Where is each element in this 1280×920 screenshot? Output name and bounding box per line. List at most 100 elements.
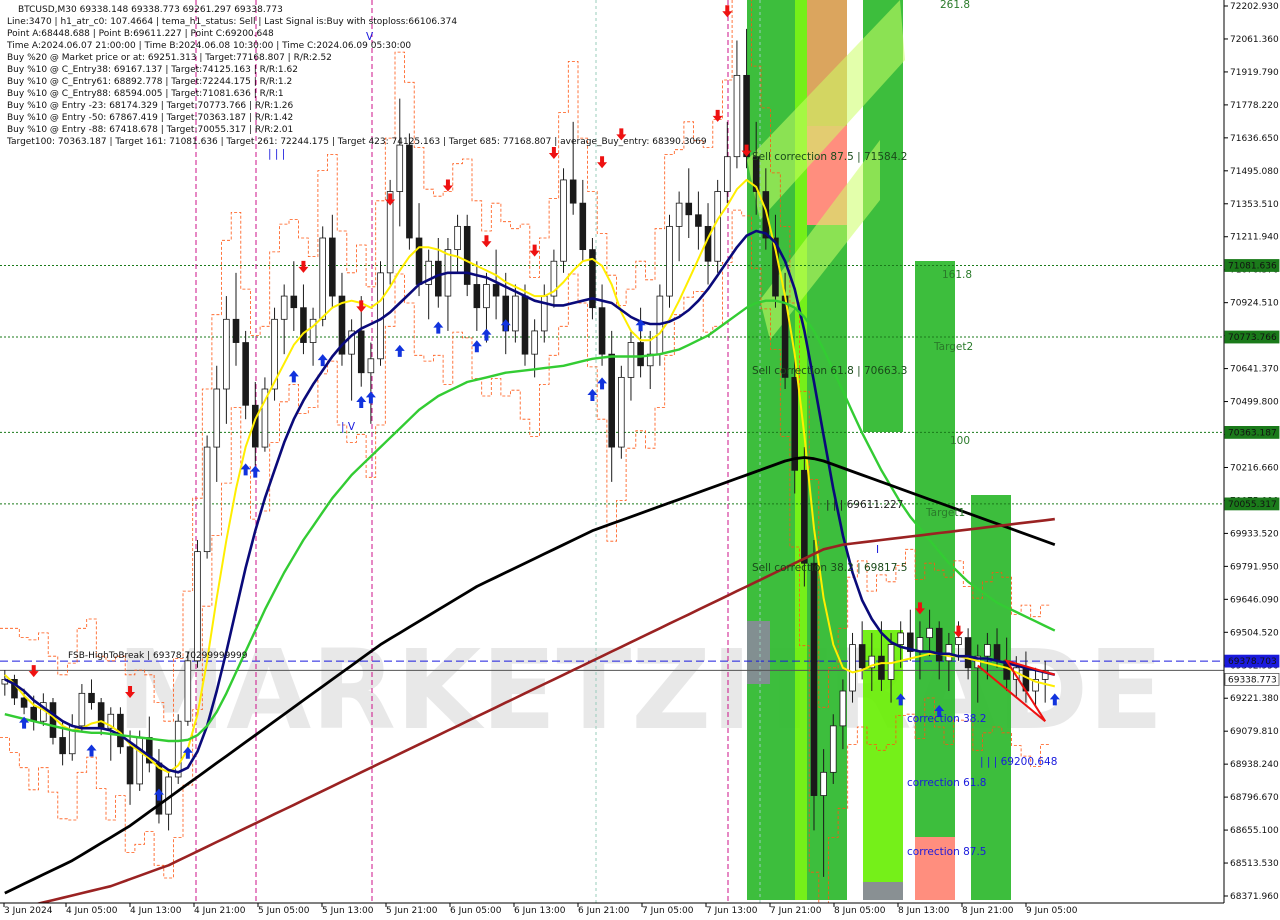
fib-band [863, 882, 903, 900]
info-line: Line:3470 | h1_atr_c0: 107.4664 | tema_h… [7, 17, 457, 27]
fib-level-label: 100 [950, 435, 970, 447]
x-tick-label: 8 Jun 05:00 [834, 906, 886, 916]
sell-correction-label: Sell correction 38.2 | 69817.5 [752, 562, 907, 574]
candle-body [329, 237, 336, 297]
candle-body [512, 295, 519, 332]
candle-body [820, 771, 827, 796]
y-tick-label: 69646.090 [1230, 595, 1279, 605]
candle-body [367, 358, 375, 374]
candle-body [733, 74, 741, 158]
candle-body [627, 342, 635, 378]
candle-body [810, 562, 818, 796]
candle-body [454, 225, 461, 251]
info-line: Buy %10 @ C_Entry88: 68594.005 | Target:… [7, 89, 284, 99]
sell-correction-label: Sell correction 61.8 | 70663.3 [752, 365, 907, 377]
candle-body [724, 156, 731, 192]
candle-body [194, 551, 201, 662]
y-tick-label: 70641.370 [1230, 365, 1279, 375]
info-line: BTCUSD,M30 69338.148 69338.773 69261.297… [18, 5, 283, 15]
chart-canvas: MARKETZITRADE FSB-HighToBreak | 69378.70… [0, 0, 1280, 920]
candle-body [964, 637, 972, 669]
buy-correction-label: correction 61.8 [907, 777, 986, 789]
candle-body [675, 202, 683, 227]
level-price-tag-label: 70773.766 [1228, 333, 1277, 343]
candle-body [309, 318, 317, 343]
candle-body [839, 690, 847, 727]
y-tick-label: 70499.800 [1230, 398, 1279, 408]
y-tick-label: 72202.930 [1230, 2, 1279, 12]
candle-body [184, 660, 192, 722]
candle-body [685, 202, 693, 216]
candle-body [88, 692, 95, 704]
info-line: Buy %10 @ Entry -88: 67418.678 | Target:… [7, 125, 293, 135]
candle-body [20, 697, 28, 708]
info-line: Buy %20 @ Market price or at: 69251.313 … [7, 53, 332, 63]
x-tick-label: 3 Jun 2024 [4, 906, 53, 916]
x-tick-label: 4 Jun 13:00 [130, 906, 182, 916]
y-tick-label: 71353.510 [1230, 200, 1279, 210]
candle-body [319, 237, 326, 320]
candle-body [608, 353, 615, 448]
y-tick-label: 71495.080 [1230, 167, 1279, 177]
candle-body [791, 376, 799, 471]
y-tick-label: 71919.790 [1230, 68, 1279, 78]
candle-body [829, 725, 837, 773]
candle-body [618, 376, 625, 448]
y-tick-label: 68655.100 [1230, 826, 1279, 836]
point-b-label: | | | 69611.227 [826, 499, 903, 511]
candle-body [406, 144, 413, 239]
candle-body [357, 330, 365, 374]
candle-body [926, 627, 933, 638]
candle-body [473, 284, 481, 309]
y-tick-label: 70924.510 [1230, 299, 1279, 309]
candle-body [878, 655, 885, 680]
y-tick-label: 69504.520 [1230, 628, 1279, 638]
x-tick-label: 7 Jun 21:00 [770, 906, 822, 916]
candle-body [521, 295, 529, 355]
candle-body [78, 692, 86, 727]
x-tick-label: 4 Jun 05:00 [66, 906, 118, 916]
y-tick-label: 68371.960 [1230, 892, 1279, 902]
fib-level-label: Target2 [933, 341, 973, 353]
y-tick-label: 69079.810 [1230, 727, 1279, 737]
candle-body [916, 637, 924, 652]
y-tick-label: 69791.950 [1230, 562, 1279, 572]
candle-body [213, 388, 221, 448]
x-tick-label: 4 Jun 21:00 [194, 906, 246, 916]
x-tick-label: 5 Jun 21:00 [386, 906, 438, 916]
x-tick-label: 6 Jun 21:00 [578, 906, 630, 916]
x-tick-label: 6 Jun 13:00 [514, 906, 566, 916]
x-tick-label: 8 Jun 21:00 [962, 906, 1014, 916]
candle-body [695, 214, 702, 227]
buy-correction-label: correction 38.2 [907, 713, 986, 725]
candle-body [579, 202, 587, 251]
y-tick-label: 68796.670 [1230, 793, 1279, 803]
candle-body [280, 295, 288, 320]
info-line: Buy %10 @ C_Entry38: 69167.137 | Target:… [7, 65, 298, 75]
chart-root: MARKETZITRADE FSB-HighToBreak | 69378.70… [0, 0, 1280, 920]
candle-body [136, 737, 143, 785]
y-tick-label: 70216.660 [1230, 463, 1279, 473]
y-tick-label: 69933.520 [1230, 529, 1279, 539]
candle-body [858, 644, 866, 669]
level-price-tag-label: 69378.703 [1228, 657, 1277, 667]
candle-body [377, 272, 384, 360]
marker-label: I [876, 544, 879, 556]
level-price-tag-label: 70055.317 [1228, 500, 1277, 510]
x-tick-label: 6 Jun 05:00 [450, 906, 502, 916]
marker-label: | V [341, 421, 356, 433]
candle-body [569, 179, 577, 204]
buy-correction-label: correction 87.5 [907, 846, 986, 858]
candle-body [984, 644, 991, 657]
y-tick-label: 71636.650 [1230, 134, 1279, 144]
candle-body [560, 179, 567, 262]
candle-body [531, 330, 538, 355]
y-tick-label: 71211.940 [1230, 233, 1279, 243]
candle-body [290, 295, 298, 309]
x-tick-label: 7 Jun 13:00 [706, 906, 758, 916]
candle-body [232, 318, 240, 343]
info-line: Time A:2024.06.07 21:00:00 | Time B:2024… [6, 41, 411, 51]
candle-body [59, 737, 66, 755]
candle-body [993, 644, 1001, 662]
level-price-tag-label: 69338.773 [1228, 675, 1277, 685]
